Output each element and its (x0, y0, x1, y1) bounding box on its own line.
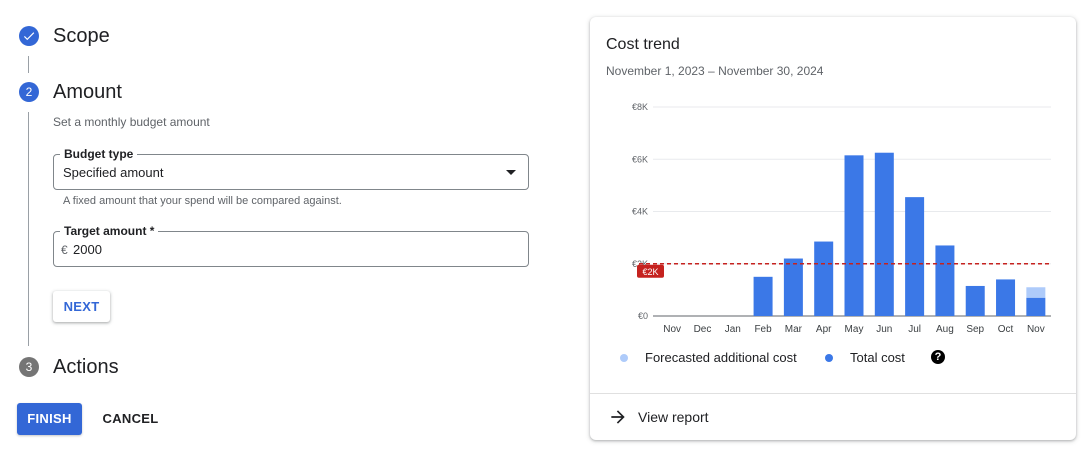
legend-total: Total cost (825, 350, 905, 365)
y-tick-label: €6K (632, 154, 648, 164)
bar-forecast (1026, 287, 1046, 298)
x-tick-label: Sep (966, 324, 984, 335)
x-tick-label: Nov (663, 324, 681, 335)
y-tick-label: €8K (632, 102, 648, 112)
arrow-right-icon (608, 407, 628, 427)
step-connector (28, 112, 29, 346)
step-scope-complete-icon (19, 26, 39, 46)
bar-total-cost (996, 279, 1016, 316)
bar-total-cost (874, 152, 894, 316)
step-actions-title[interactable]: Actions (53, 356, 119, 379)
x-tick-label: Aug (936, 324, 954, 335)
x-tick-label: Jan (725, 324, 741, 335)
currency-prefix: € (61, 243, 68, 257)
card-divider (590, 393, 1076, 394)
x-tick-label: Nov (1027, 324, 1045, 335)
bar-total-cost (753, 276, 773, 316)
step-connector (28, 56, 29, 73)
bar-total-cost (965, 285, 985, 316)
x-tick-label: Dec (694, 324, 712, 335)
budget-type-hint: A fixed amount that your spend will be c… (63, 195, 342, 207)
x-tick-label: Mar (785, 324, 803, 335)
help-icon[interactable]: ? (931, 350, 945, 364)
legend-forecast-label: Forecasted additional cost (645, 350, 797, 365)
step-actions-number: 3 (19, 357, 39, 377)
budget-type-value: Specified amount (63, 165, 164, 180)
step-amount-title[interactable]: Amount (53, 81, 122, 104)
bar-total-cost (935, 245, 955, 316)
dropdown-arrow-icon[interactable] (506, 170, 516, 175)
budget-threshold-label: €2K (642, 267, 658, 277)
cost-trend-card: Cost trend November 1, 2023 – November 3… (590, 17, 1076, 440)
y-tick-label: €0 (638, 311, 648, 321)
x-tick-label: Apr (816, 324, 832, 335)
target-amount-value[interactable]: 2000 (73, 242, 102, 257)
budget-type-label: Budget type (60, 147, 138, 161)
legend-total-dot (825, 353, 833, 362)
x-tick-label: Jul (908, 324, 921, 335)
amount-description: Set a monthly budget amount (53, 115, 210, 129)
bar-total-cost (1026, 297, 1046, 316)
legend-total-label: Total cost (850, 350, 905, 365)
view-report-label: View report (638, 409, 709, 425)
cost-trend-chart: €0 €2K €4K €6K €8K Nov Dec Jan Feb Mar Apr May Jun Ju… (632, 102, 1051, 335)
x-tick-label: Oct (998, 324, 1014, 335)
cancel-button[interactable]: CANCEL (97, 403, 164, 435)
bar-total-cost (783, 258, 803, 316)
view-report-link[interactable]: View report (608, 407, 709, 427)
x-tick-label: Feb (754, 324, 772, 335)
legend-forecast: Forecasted additional cost (620, 350, 797, 365)
bar-total-cost (905, 197, 925, 316)
y-tick-label: €4K (632, 207, 648, 217)
x-tick-label: May (845, 324, 864, 335)
legend-forecast-dot (620, 353, 628, 362)
next-button[interactable]: NEXT (53, 291, 110, 322)
bar-total-cost (844, 155, 864, 316)
finish-button[interactable]: FINISH (17, 403, 82, 435)
x-tick-label: Jun (876, 324, 892, 335)
target-amount-field[interactable]: Target amount * € 2000 (53, 224, 529, 267)
budget-type-select[interactable]: Budget type Specified amount (53, 147, 529, 190)
bar-total-cost (814, 241, 834, 316)
target-amount-label: Target amount * (60, 224, 159, 238)
step-scope-title[interactable]: Scope (53, 25, 110, 48)
step-amount-number: 2 (19, 82, 39, 102)
